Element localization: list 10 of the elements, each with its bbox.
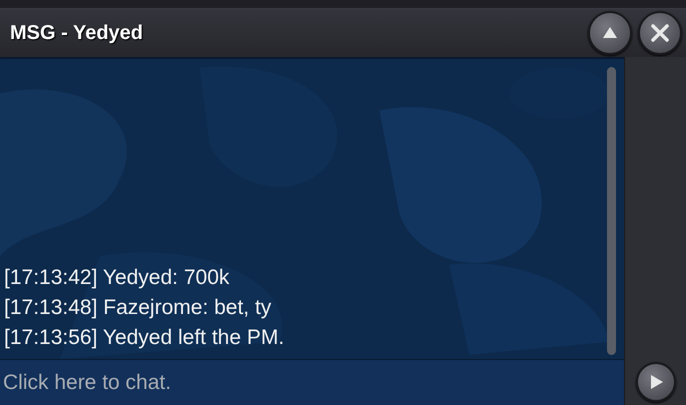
chat-input-field[interactable]: Click here to chat. (0, 359, 624, 405)
chat-message: [17:13:48] Fazejrome: bet, ty (4, 295, 272, 321)
close-button[interactable] (638, 11, 682, 55)
send-button[interactable] (636, 362, 676, 402)
scrollbar[interactable] (607, 67, 616, 355)
minimize-button[interactable] (588, 11, 632, 55)
chat-message: [17:13:42] Yedyed: 700k (4, 265, 230, 291)
window-title: MSG - Yedyed (10, 22, 144, 44)
chat-message: [17:13:56] Yedyed left the PM. (4, 325, 284, 351)
close-icon (650, 23, 670, 43)
